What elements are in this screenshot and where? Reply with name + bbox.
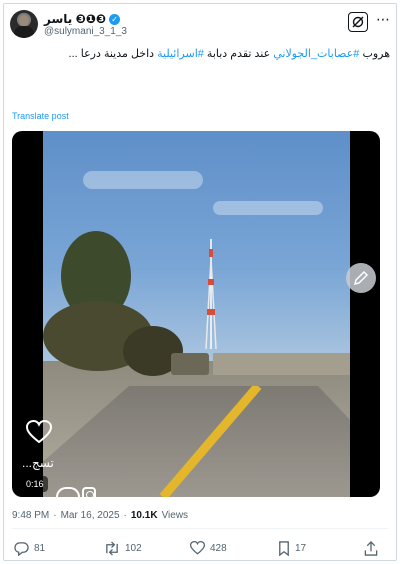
like-button[interactable]: 428 [190, 538, 227, 558]
like-icon [190, 541, 205, 555]
meta-separator: · [123, 510, 127, 521]
bookmark-icon [279, 540, 289, 556]
like-count: 428 [210, 542, 227, 554]
video-cloud [83, 171, 203, 189]
repost-count: 102 [125, 542, 142, 554]
tweet-date[interactable]: Mar 16, 2025 [61, 510, 120, 521]
tweet-meta: 9:48 PM · Mar 16, 2025 · 10.1K Views [12, 510, 188, 521]
hashtag-link[interactable]: #عصابات_الجولاني [273, 48, 359, 60]
display-name[interactable]: ياسر ❸❶❸ [44, 12, 106, 26]
reply-icon [14, 541, 29, 556]
meta-separator: · [53, 510, 57, 521]
tweet-text-middle: عند تقدم دبابة [203, 48, 274, 60]
views-label: Views [161, 510, 189, 521]
user-handle[interactable]: @sulymani_3_1_3 [44, 26, 127, 37]
video-cloud [213, 201, 323, 215]
video-player[interactable]: تسج... 0:16 [12, 131, 380, 497]
tweet-time[interactable]: 9:48 PM [12, 510, 49, 521]
grok-icon[interactable] [348, 12, 368, 32]
edit-icon[interactable] [346, 263, 376, 293]
comment-overlay-icon [56, 487, 80, 497]
share-button[interactable] [364, 538, 378, 558]
bookmark-count: 17 [295, 542, 307, 554]
bookmark-button[interactable]: 17 [278, 538, 306, 558]
verified-badge-icon: ✓ [109, 13, 121, 25]
overlay-label: تسج... [22, 456, 54, 470]
video-duration: 0:16 [22, 476, 48, 492]
tweet-text-suffix: داخل مدينة درعا ... [68, 48, 158, 60]
video-tank [171, 353, 209, 375]
share-icon [364, 540, 378, 556]
avatar-body [14, 26, 34, 38]
name-row: ياسر ❸❶❸ ✓ [44, 12, 121, 26]
reply-button[interactable]: 81 [14, 538, 45, 558]
translate-post-link[interactable]: Translate post [12, 111, 69, 121]
action-bar: 81 102 428 17 [12, 538, 388, 558]
reply-count: 81 [34, 542, 46, 554]
avatar[interactable] [10, 10, 38, 38]
more-icon[interactable]: ⋯ [376, 12, 390, 32]
hashtag-link[interactable]: #اسرائيلية [157, 48, 204, 60]
instagram-icon [82, 487, 96, 497]
avatar-face [19, 15, 29, 26]
repost-button[interactable]: 102 [104, 538, 142, 558]
video-frame[interactable] [43, 131, 350, 497]
tweet-text-prefix: هروب [359, 48, 390, 60]
like-overlay-icon [26, 420, 52, 444]
divider [12, 528, 388, 529]
repost-icon [106, 540, 118, 556]
tweet-text: هروب #عصابات_الجولاني عند تقدم دبابة #اس… [10, 46, 390, 62]
tweet-header: ياسر ❸❶❸ ✓ @sulymani_3_1_3 ⋯ [10, 10, 390, 40]
views-count: 10.1K [130, 510, 158, 521]
video-tower [205, 239, 217, 349]
video-wall [213, 353, 350, 375]
